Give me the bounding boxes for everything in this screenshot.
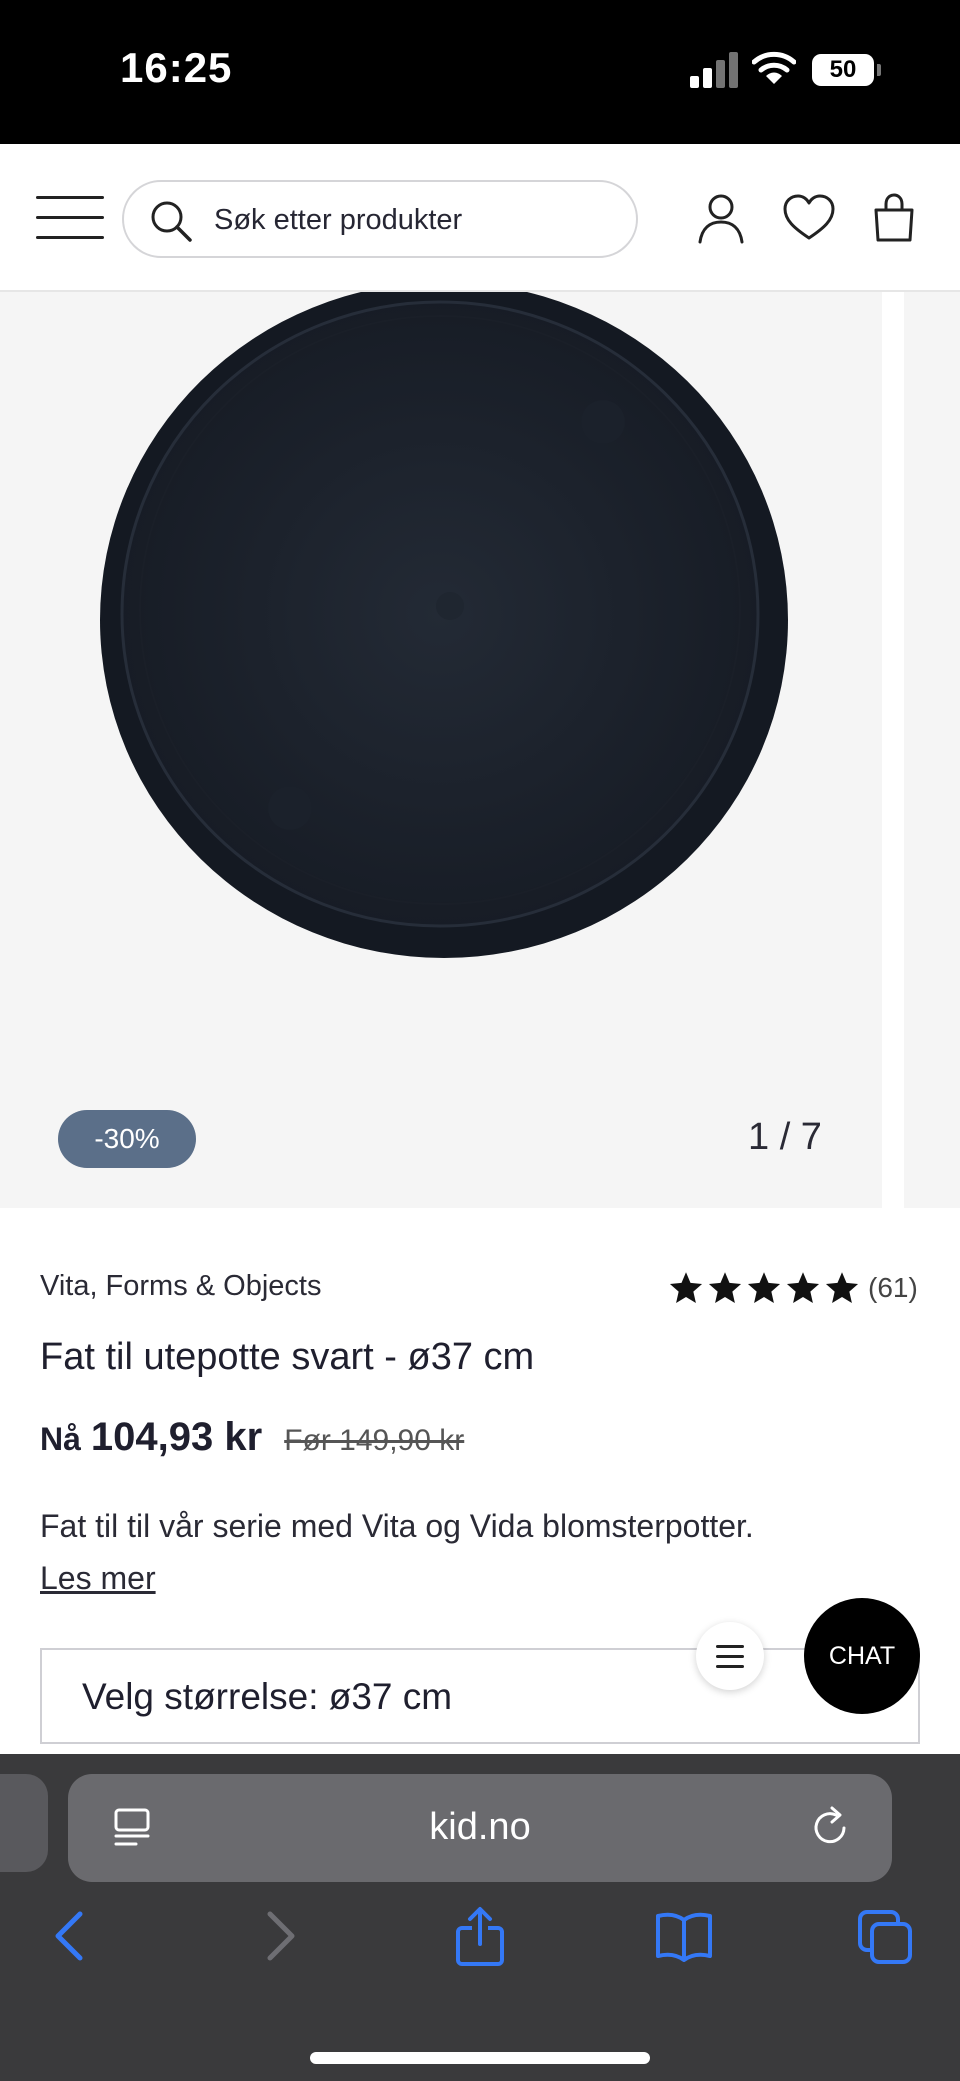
star-icon [747, 1272, 781, 1303]
price-before: Før 149,90 kr [284, 1424, 465, 1457]
menu-button[interactable] [36, 196, 104, 240]
status-time: 16:25 [120, 44, 233, 91]
search-placeholder: Søk etter produkter [214, 204, 463, 236]
star-icon [669, 1272, 703, 1303]
back-icon[interactable] [42, 1906, 102, 1966]
discount-badge: -30% [58, 1110, 196, 1168]
star-icon [786, 1272, 820, 1303]
url-bar[interactable]: kid.no [68, 1774, 892, 1882]
product-brand[interactable]: Vita, Forms & Objects [40, 1270, 322, 1303]
gallery-main-image[interactable]: -30% 1 / 7 [0, 292, 882, 1208]
browser-toolbar: kid.no [0, 1754, 960, 2081]
star-icon [708, 1272, 742, 1303]
bag-icon[interactable] [872, 192, 916, 244]
rating-count: (61) [868, 1272, 918, 1303]
product-rating[interactable]: (61) [668, 1268, 918, 1308]
product-title: Fat til utepotte svart - ø37 cm [40, 1336, 535, 1378]
site-header: Søk etter produkter [0, 144, 960, 292]
share-icon[interactable] [450, 1906, 510, 1966]
wifi-icon [752, 51, 796, 84]
previous-tab[interactable] [0, 1774, 48, 1872]
read-more-link[interactable]: Les mer [40, 1560, 156, 1597]
price-prefix: Nå [40, 1421, 81, 1457]
price-row: Nå 104,93 kr Før 149,90 kr [40, 1415, 464, 1460]
forward-icon[interactable] [248, 1906, 308, 1966]
status-bar: 16:25 50 [0, 0, 960, 144]
image-counter: 1 / 7 [748, 1116, 822, 1158]
search-input[interactable]: Søk etter produkter [122, 180, 638, 258]
battery-icon: 50 [812, 54, 881, 86]
bookmarks-icon[interactable] [654, 1906, 714, 1966]
reload-icon[interactable] [808, 1804, 854, 1850]
user-icon[interactable] [696, 192, 746, 244]
product-gallery[interactable]: -30% 1 / 7 [0, 292, 960, 1208]
tabs-icon[interactable] [856, 1906, 916, 1966]
floating-menu-button[interactable] [696, 1622, 764, 1690]
price-now: 104,93 kr [90, 1415, 263, 1459]
chat-button[interactable]: CHAT [804, 1598, 920, 1714]
product-description: Fat til til vår serie med Vita og Vida b… [40, 1508, 754, 1544]
size-select[interactable]: Velg størrelse: ø37 cm [40, 1648, 920, 1744]
product-image [100, 292, 788, 958]
gallery-next-image[interactable] [904, 292, 960, 1208]
search-icon [151, 201, 192, 242]
home-indicator [310, 2052, 650, 2064]
signal-icon [690, 52, 738, 88]
url-text: kid.no [429, 1806, 531, 1848]
heart-icon[interactable] [782, 192, 836, 244]
star-icon [825, 1272, 859, 1303]
size-select-label: Velg størrelse: ø37 cm [82, 1676, 453, 1717]
